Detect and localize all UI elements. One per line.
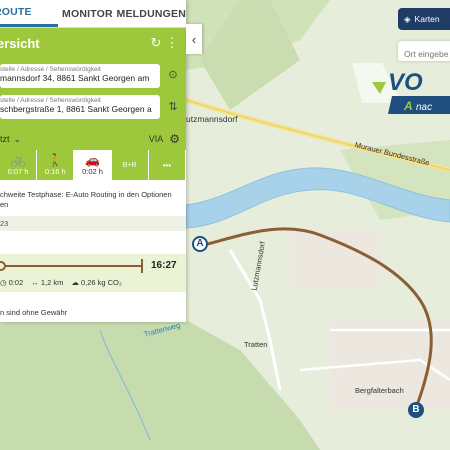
- mode-bike-time: 0:07 h: [7, 167, 29, 176]
- mode-walk-time: 0:16 h: [44, 167, 66, 176]
- start-field-hint: stelle / Adresse / Sehenswürdigkeit: [0, 66, 101, 73]
- start-field-value: mannsdorf 34, 8861 Sankt Georgen am: [0, 73, 150, 83]
- destination-field[interactable]: stelle / Adresse / Sehenswürdigkeit schb…: [0, 95, 160, 119]
- tab-meldungen[interactable]: MELDUNGEN: [117, 0, 186, 27]
- co2-icon: ☁: [71, 278, 79, 287]
- route-stats: ◷ 0:02 ↔ 1,2 km ☁ 0,26 kg CO₂: [0, 278, 122, 287]
- svg-text:A: A: [403, 99, 413, 113]
- disclaimer-text: n sind ohne Gewähr: [0, 308, 68, 317]
- destination-field-value: schbergstraße 1, 8861 Sankt Georgen a: [0, 104, 152, 114]
- gear-icon[interactable]: ⚙: [169, 132, 180, 146]
- locate-icon[interactable]: ⊙: [166, 68, 180, 82]
- route-id: 23: [0, 216, 186, 231]
- route-duration: 0:02: [8, 278, 24, 287]
- vor-logo: VO A nac: [352, 63, 450, 114]
- transport-modes: 🚲 0:07 h 🚶 0:16 h 🚗 0:02 h B+R •••: [0, 150, 186, 180]
- svg-text:nac: nac: [416, 102, 432, 113]
- swap-icon[interactable]: ⇅: [166, 100, 180, 114]
- notice-text: chweite Testphase: E-Auto Routing in den…: [0, 190, 172, 209]
- more-icon: •••: [162, 160, 172, 170]
- panel-title: ersicht: [0, 35, 40, 51]
- route-co2: 0,26 kg CO₂: [80, 278, 122, 287]
- route-end-marker[interactable]: B: [408, 402, 424, 418]
- route-end-tick: [141, 259, 143, 273]
- map-label-tratten: Tratten: [244, 340, 268, 349]
- destination-field-hint: stelle / Adresse / Sehenswürdigkeit: [0, 97, 101, 104]
- distance-icon: ↔: [31, 278, 39, 287]
- route-result[interactable]: 16:27 ◷ 0:02 ↔ 1,2 km ☁ 0,26 kg CO₂: [0, 254, 186, 292]
- map-label-lutzmannsdorf: utzmannsdorf: [186, 114, 238, 124]
- map-layers-button[interactable]: ◈ Karten: [398, 8, 450, 30]
- route-start-marker[interactable]: A: [192, 236, 208, 252]
- map-layers-icon: ◈: [404, 13, 411, 24]
- walk-icon: 🚶: [47, 153, 63, 167]
- route-distance: 1,2 km: [40, 278, 64, 287]
- svg-text:VO: VO: [388, 69, 423, 96]
- collapse-panel-button[interactable]: ‹: [186, 24, 202, 54]
- route-start-dot: [0, 261, 6, 271]
- tab-bar: ROUTE MONITOR MELDUNGEN: [0, 0, 186, 28]
- menu-dots-icon[interactable]: ⋮: [164, 35, 180, 51]
- tab-route[interactable]: ROUTE: [0, 0, 59, 27]
- mode-bike[interactable]: 🚲 0:07 h: [0, 150, 37, 180]
- route-timeline-bar: [0, 265, 142, 267]
- mode-car-time: 0:02 h: [82, 167, 103, 176]
- mode-more[interactable]: •••: [148, 150, 186, 180]
- chevron-down-icon[interactable]: ⌄: [14, 134, 22, 145]
- panel-header: ersicht ↻ ⋮: [0, 28, 186, 58]
- map-layers-label: Karten: [414, 14, 440, 24]
- options-row: tzt ⌄ VIA ⚙: [0, 128, 186, 150]
- arrival-time: 16:27: [151, 260, 177, 271]
- mode-car[interactable]: 🚗 0:02 h: [74, 150, 111, 180]
- map-label-bergfalterbach: Bergfalterbach: [355, 386, 404, 395]
- chevron-left-icon: ‹: [191, 31, 197, 47]
- clock-icon: ◷: [0, 278, 7, 287]
- start-field[interactable]: stelle / Adresse / Sehenswürdigkeit mann…: [0, 64, 160, 88]
- car-icon: 🚗: [85, 153, 100, 167]
- mode-bike-and-ride[interactable]: B+R: [111, 150, 148, 180]
- refresh-icon[interactable]: ↻: [148, 35, 164, 51]
- bike-icon: 🚲: [10, 153, 26, 167]
- route-panel: ROUTE MONITOR MELDUNGEN ersicht ↻ ⋮ stel…: [0, 0, 186, 322]
- mode-walk[interactable]: 🚶 0:16 h: [37, 150, 74, 180]
- via-button[interactable]: VIA: [149, 134, 164, 144]
- departure-option[interactable]: tzt: [0, 134, 10, 144]
- address-area: stelle / Adresse / Sehenswürdigkeit mann…: [0, 58, 186, 128]
- tab-monitor[interactable]: MONITOR: [58, 0, 116, 27]
- bike-and-ride-icon: B+R: [122, 161, 137, 169]
